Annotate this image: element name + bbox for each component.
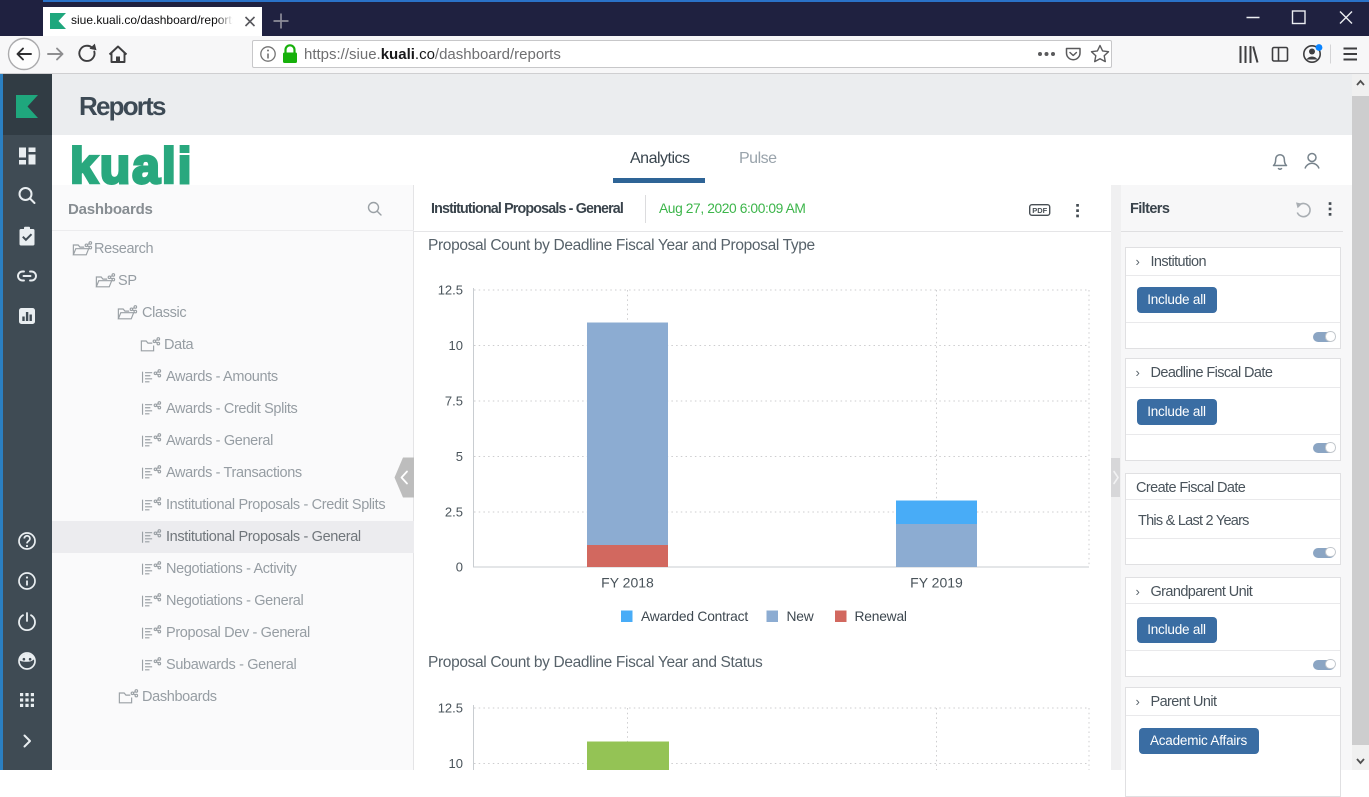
svg-text:PDF: PDF: [1032, 206, 1047, 215]
svg-text:FY 2018: FY 2018: [601, 575, 654, 591]
svg-text:kuali: kuali: [70, 138, 193, 185]
svg-text:New: New: [787, 609, 814, 624]
svg-text:12.5: 12.5: [438, 701, 463, 716]
svg-text:Renewal: Renewal: [855, 609, 907, 624]
svg-text:10: 10: [449, 338, 463, 353]
svg-text:0: 0: [456, 560, 463, 575]
svg-text:12.5: 12.5: [438, 283, 463, 298]
svg-text:2.5: 2.5: [445, 505, 463, 520]
svg-text:10: 10: [449, 756, 463, 770]
svg-text:7.5: 7.5: [445, 394, 463, 409]
svg-text:FY 2019: FY 2019: [910, 575, 963, 591]
svg-text:5: 5: [456, 449, 463, 464]
svg-text:Awarded Contract: Awarded Contract: [641, 609, 748, 624]
